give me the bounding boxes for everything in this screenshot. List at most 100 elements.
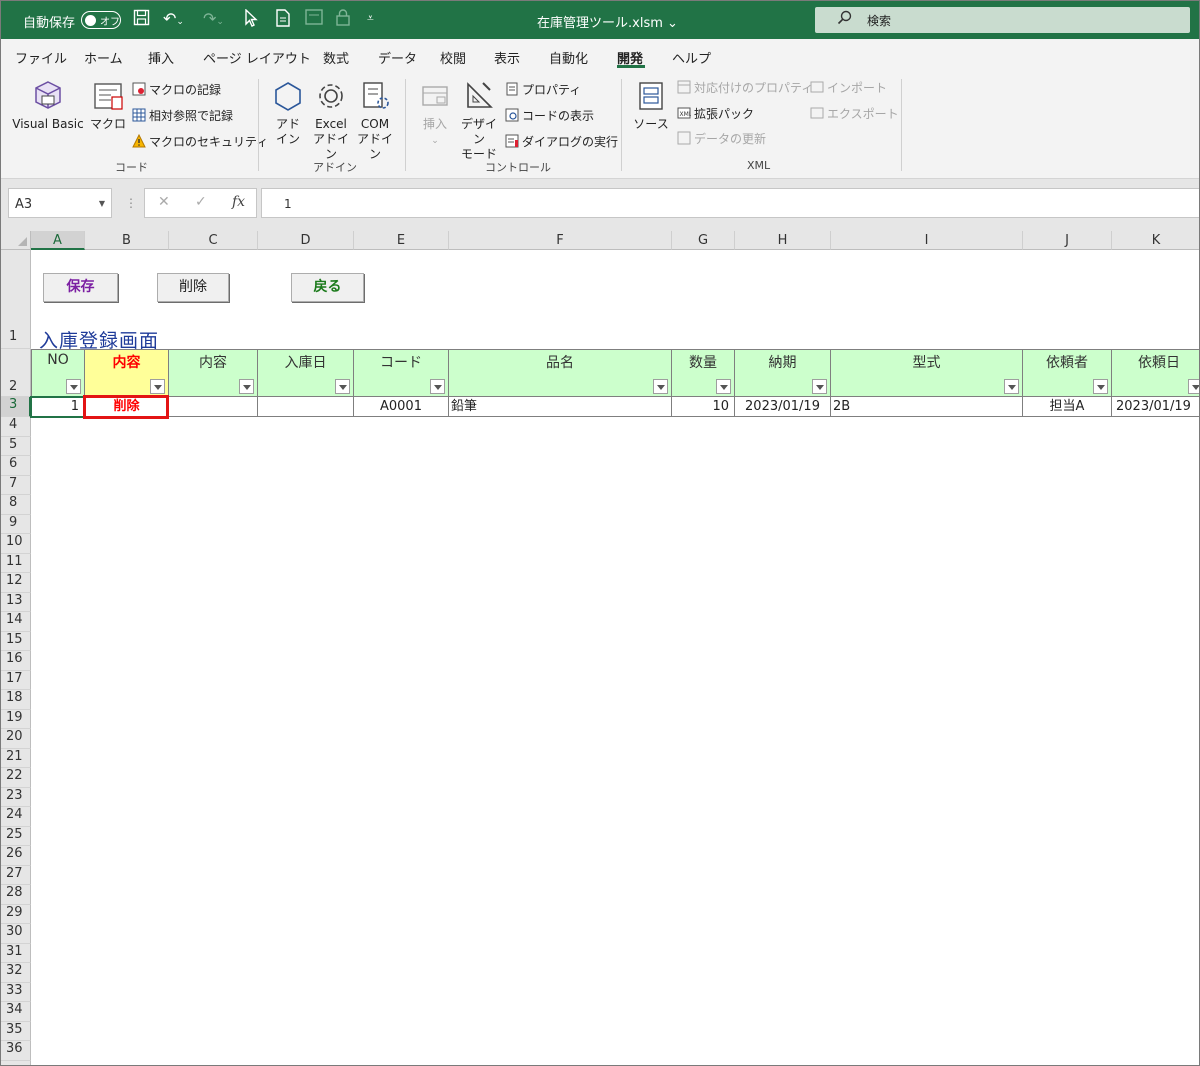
row-header[interactable]: 28 <box>1 885 31 905</box>
filter-dropdown-icon[interactable] <box>239 379 254 394</box>
row-header[interactable]: 2 <box>1 349 31 397</box>
filter-dropdown-icon[interactable] <box>150 379 165 394</box>
row-header[interactable]: 33 <box>1 982 31 1002</box>
macros-button[interactable]: マクロ <box>89 79 127 132</box>
tab-review[interactable]: 校閲 <box>440 48 466 67</box>
header-requester[interactable]: 依頼者 <box>1023 349 1112 397</box>
search-box[interactable]: 検索 <box>815 7 1190 33</box>
row-header[interactable]: 13 <box>1 592 31 612</box>
row-header[interactable]: 16 <box>1 651 31 671</box>
tab-formulas[interactable]: 数式 <box>323 48 349 67</box>
column-header-e[interactable]: E <box>354 231 449 250</box>
row-header[interactable]: 7 <box>1 475 31 495</box>
save-button[interactable]: 保存 <box>43 273 118 302</box>
header-content[interactable]: 内容 <box>169 349 258 397</box>
header-date-in[interactable]: 入庫日 <box>258 349 354 397</box>
tab-automate[interactable]: 自動化 <box>549 48 588 67</box>
filter-dropdown-icon[interactable] <box>1188 379 1199 394</box>
row-header[interactable]: 30 <box>1 924 31 944</box>
header-code[interactable]: コード <box>354 349 449 397</box>
filter-dropdown-icon[interactable] <box>430 379 445 394</box>
column-header-g[interactable]: G <box>672 231 735 250</box>
row-header[interactable]: 6 <box>1 456 31 476</box>
name-box[interactable]: A3 ▼ <box>8 188 112 218</box>
row-header[interactable]: 12 <box>1 573 31 593</box>
record-macro-button[interactable]: マクロの記録 <box>132 81 221 98</box>
view-code-button[interactable]: コードの表示 <box>505 107 594 124</box>
row-header[interactable]: 31 <box>1 943 31 963</box>
cell-item[interactable]: 鉛筆 <box>449 397 672 417</box>
addins-button[interactable]: アド イン <box>269 79 307 147</box>
back-button[interactable]: 戻る <box>291 273 364 302</box>
filter-dropdown-icon[interactable] <box>1093 379 1108 394</box>
tab-insert[interactable]: 挿入 <box>148 48 174 67</box>
column-header-j[interactable]: J <box>1023 231 1112 250</box>
header-action[interactable]: 内容 <box>85 349 169 397</box>
row-header[interactable]: 8 <box>1 495 31 515</box>
column-header-c[interactable]: C <box>169 231 258 250</box>
filter-dropdown-icon[interactable] <box>66 379 81 394</box>
delete-button[interactable]: 削除 <box>157 273 229 302</box>
row-header[interactable]: 21 <box>1 748 31 768</box>
lock-icon[interactable] <box>336 9 350 30</box>
enter-icon[interactable]: ✓ <box>195 194 207 210</box>
filter-dropdown-icon[interactable] <box>812 379 827 394</box>
import-button[interactable]: インポート <box>810 79 887 96</box>
row-header[interactable]: 22 <box>1 768 31 788</box>
file-name[interactable]: 在庫管理ツール.xlsm ⌄ <box>537 12 678 31</box>
tab-help[interactable]: ヘルプ <box>672 48 711 67</box>
filter-dropdown-icon[interactable] <box>653 379 668 394</box>
undo-icon[interactable]: ↶⌄ <box>163 9 184 28</box>
row-header[interactable] <box>1 1060 31 1065</box>
cell-model[interactable]: 2B <box>831 397 1023 417</box>
relative-reference-button[interactable]: 相対参照で記録 <box>132 107 233 124</box>
row-header[interactable]: 1 <box>1 250 31 349</box>
insert-control-button[interactable]: 挿入 ⌄ <box>415 79 455 149</box>
header-request-date[interactable]: 依頼日 <box>1112 349 1199 397</box>
refresh-data-button[interactable]: データの更新 <box>677 130 766 147</box>
run-dialog-button[interactable]: ダイアログの実行 <box>505 133 618 150</box>
column-header-i[interactable]: I <box>831 231 1023 250</box>
row-header[interactable]: 36 <box>1 1041 31 1061</box>
row-header[interactable]: 34 <box>1 1002 31 1022</box>
cell-due[interactable]: 2023/01/19 <box>735 397 831 417</box>
tab-page-layout[interactable]: ページ レイアウト <box>203 48 311 67</box>
row-header[interactable]: 3 <box>1 397 31 417</box>
column-header-a[interactable]: A <box>31 231 85 250</box>
header-qty[interactable]: 数量 <box>672 349 735 397</box>
pointer-icon[interactable] <box>244 8 258 31</box>
document-icon[interactable] <box>275 9 291 31</box>
header-item[interactable]: 品名 <box>449 349 672 397</box>
row-header[interactable]: 11 <box>1 553 31 573</box>
row-header[interactable]: 9 <box>1 514 31 534</box>
cell-date-in[interactable] <box>258 397 354 417</box>
row-header[interactable]: 20 <box>1 729 31 749</box>
column-header-b[interactable]: B <box>85 231 169 250</box>
header-model[interactable]: 型式 <box>831 349 1023 397</box>
row-header[interactable]: 19 <box>1 709 31 729</box>
row-header[interactable]: 18 <box>1 690 31 710</box>
row-header[interactable]: 10 <box>1 534 31 554</box>
tab-home[interactable]: ホーム <box>84 48 123 67</box>
row-header[interactable]: 4 <box>1 417 31 437</box>
com-addins-button[interactable]: COM アドイン <box>355 79 395 162</box>
excel-addins-button[interactable]: Excel アドイン <box>309 79 353 162</box>
column-header-d[interactable]: D <box>258 231 354 250</box>
autosave-toggle[interactable]: オフ <box>81 11 121 29</box>
row-header[interactable]: 14 <box>1 612 31 632</box>
map-properties-button[interactable]: 対応付けのプロパティ <box>677 79 813 96</box>
cancel-icon[interactable]: ✕ <box>158 194 170 210</box>
properties-button[interactable]: プロパティ <box>505 81 581 98</box>
row-header[interactable]: 26 <box>1 846 31 866</box>
expansion-packs-button[interactable]: XML 拡張パック <box>677 105 754 122</box>
formula-input[interactable]: 1 <box>261 188 1199 218</box>
row-header[interactable]: 15 <box>1 631 31 651</box>
row-header[interactable]: 17 <box>1 670 31 690</box>
header-no[interactable]: NO <box>31 349 85 397</box>
customize-quick-access-icon[interactable]: ⩡ <box>367 11 374 26</box>
redo-icon[interactable]: ↷⌄ <box>203 9 224 28</box>
row-header[interactable]: 32 <box>1 963 31 983</box>
worksheet[interactable]: A B C D E F G H I J K 1 2 3 4 5 6 7 8 9 … <box>1 231 1199 1065</box>
filter-dropdown-icon[interactable] <box>335 379 350 394</box>
tab-file[interactable]: ファイル <box>15 48 67 67</box>
